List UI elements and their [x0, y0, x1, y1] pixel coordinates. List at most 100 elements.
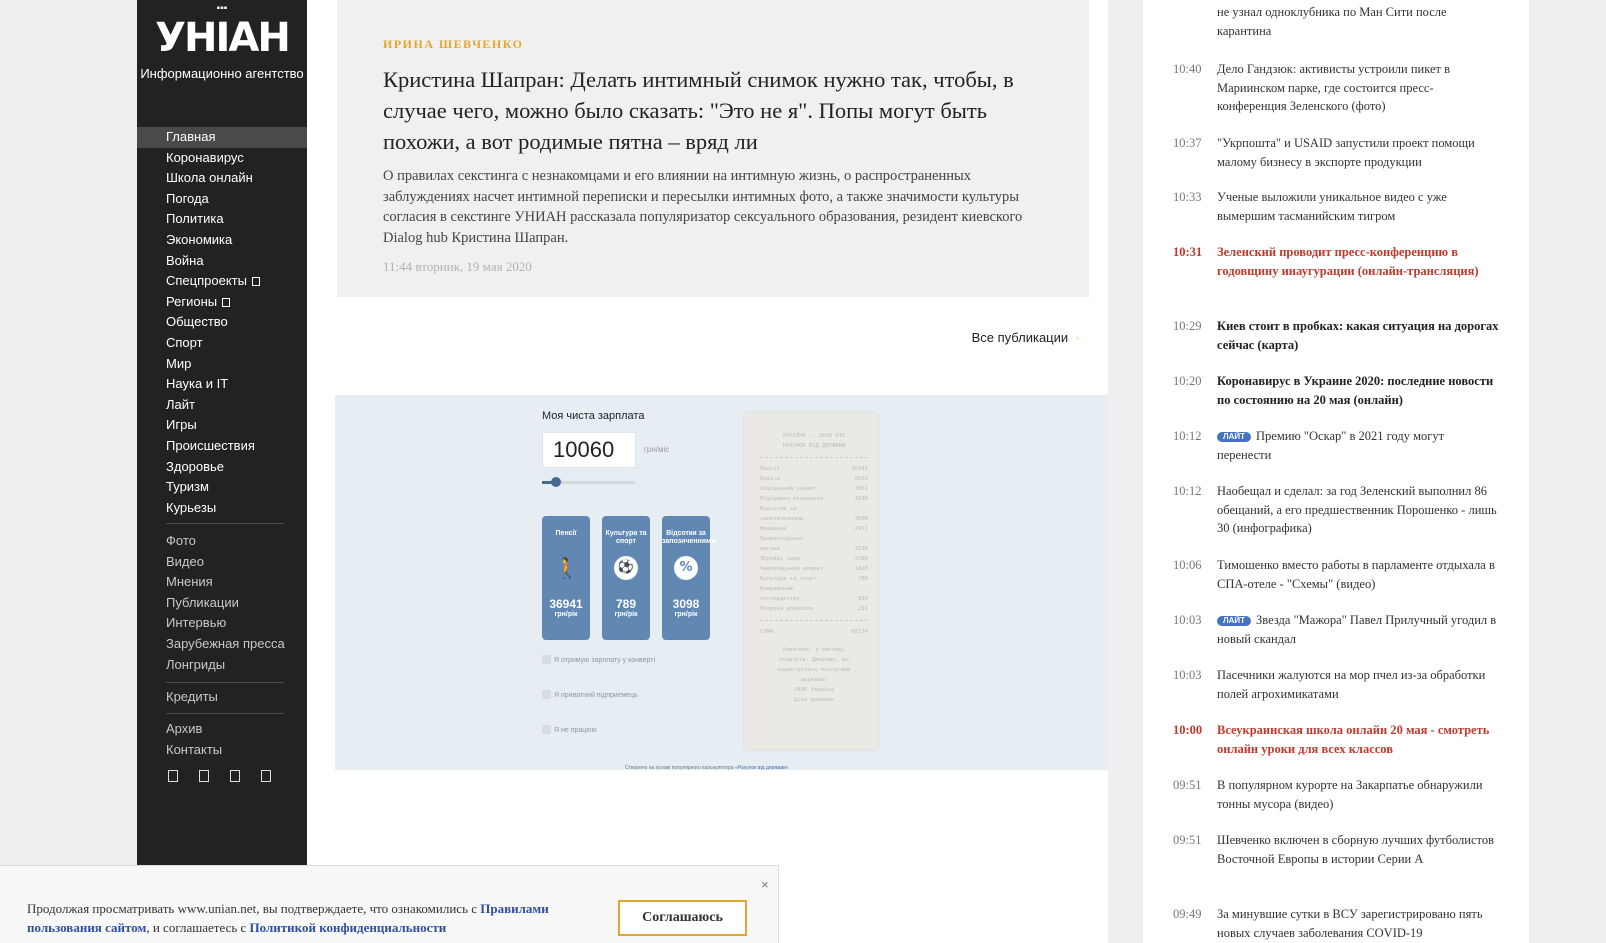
option-checkbox[interactable]: Я отримую зарплату у конверті [542, 655, 655, 664]
salary-slider-handle[interactable] [550, 477, 561, 487]
news-headline[interactable]: Всеукраинская школа онлайн 20 мая - смот… [1217, 721, 1500, 758]
salary-label: Моя чиста зарплата [542, 410, 645, 422]
tax-card[interactable]: Пенсії 🚶 36941 грн/рік [542, 516, 590, 640]
nav-item[interactable]: Школа онлайн [137, 168, 307, 189]
nav-divider [166, 523, 284, 524]
sidebar: ▪▪▪ УНІАН Информационно агентство Главна… [137, 0, 307, 865]
news-headline[interactable]: Шевченко включен в сборную лучших футбол… [1217, 831, 1500, 868]
category-badge[interactable]: ЛАЙТ [1217, 616, 1252, 626]
article-card[interactable]: Ирина Шевченко Кристина Шапран: Делать и… [337, 0, 1089, 297]
nav-item[interactable]: Коронавирус [137, 148, 307, 169]
nav-item[interactable]: Архив [137, 719, 307, 740]
news-headline[interactable]: Зеленский проводит пресс-конференцию в г… [1217, 243, 1500, 280]
news-headline[interactable]: Киев стоит в пробках: какая ситуация на … [1217, 317, 1500, 354]
youtube-icon[interactable] [261, 770, 271, 782]
nav-item[interactable]: Наука и IT [137, 374, 307, 395]
all-publications-link[interactable]: Все публикации ▫ [972, 330, 1079, 345]
facebook-icon[interactable] [168, 770, 178, 782]
nav-item[interactable]: Контакты [137, 740, 307, 761]
tax-card[interactable]: Культура та спорт ⚽ 789 грн/рік [602, 516, 650, 640]
nav-item[interactable]: Здоровье [137, 457, 307, 478]
nav-item[interactable]: Туризм [137, 477, 307, 498]
news-headline[interactable]: В популярном курорте на Закарпатье обнар… [1217, 776, 1500, 813]
nav-item-label: Общество [166, 314, 228, 330]
receipt-line: Медицина 2971 [760, 524, 868, 534]
salary-input[interactable]: 10060 [542, 432, 636, 468]
receipt-rule [760, 457, 868, 458]
option-checkbox[interactable]: Я не працюю [542, 725, 597, 734]
news-headline[interactable]: За минувшие сутки в ВСУ зарегистрировано… [1217, 905, 1500, 942]
nav-item[interactable]: Регионы [137, 292, 307, 313]
checkbox-box[interactable] [542, 725, 551, 734]
checkbox-box[interactable] [542, 655, 551, 664]
news-headline[interactable]: Тимошенко вместо работы в парламенте отд… [1217, 556, 1500, 593]
salary-slider[interactable] [542, 477, 635, 487]
receipt-line: Соціальний захист 3051 [760, 484, 868, 494]
receipt-footer-line: користуєтесь послугами [777, 667, 851, 673]
news-headline-text: Звезда "Мажора" Павел Прилучный угодил в… [1217, 613, 1497, 646]
nav-item[interactable]: Спецпроекты [137, 271, 307, 292]
news-headline-text: Пасечники жалуются на мор пчел из-за обр… [1217, 668, 1486, 701]
news-headline-text: За минувшие сутки в ВСУ зарегистрировано… [1217, 907, 1483, 940]
close-icon[interactable]: × [761, 877, 769, 892]
tax-card-title: Відсотки за запозиченнями [662, 530, 716, 545]
nav-item[interactable]: Публикации [137, 593, 307, 614]
receipt-line-value: 36941 [851, 466, 868, 472]
receipt-line-value: 1620 [854, 566, 868, 572]
news-headline[interactable]: ЛАЙТ Премию "Оскар" в 2021 году могут пер… [1217, 427, 1500, 464]
news-headline[interactable]: ЛАЙТ Звезда "Мажора" Павел Прилучный угод… [1217, 611, 1500, 648]
nav-item[interactable]: Мнения [137, 572, 307, 593]
nav-item[interactable]: Мир [137, 354, 307, 375]
news-headline[interactable]: "Укрпошта" и USAID запустили проект помо… [1217, 134, 1500, 171]
receipt-line: Збройні сили 2580 [760, 554, 868, 564]
checkbox-label: Я не працюю [554, 727, 597, 734]
news-headline[interactable]: не узнал одноклубника по Ман Сити после … [1217, 3, 1500, 40]
telegram-icon[interactable] [230, 770, 240, 782]
news-headline[interactable]: Коронавирус в Украине 2020: последние но… [1217, 372, 1500, 409]
news-headline[interactable]: Ученые выложили уникальное видео с уже в… [1217, 188, 1500, 225]
nav-item[interactable]: Курьезы [137, 498, 307, 519]
news-headline[interactable]: Дело Гандзюк: активисты устроили пикет в… [1217, 60, 1500, 116]
nav-item[interactable]: Фото [137, 531, 307, 552]
checkbox-box[interactable] [542, 690, 551, 699]
news-headline[interactable]: Пасечники жалуются на мор пчел из-за обр… [1217, 666, 1500, 703]
nav-divider [166, 682, 284, 683]
privacy-link[interactable]: Политикой конфиденциальности [250, 920, 447, 935]
accept-cookies-button[interactable]: Соглашаюсь [618, 900, 747, 936]
nav-item[interactable]: Видео [137, 552, 307, 573]
nav-item[interactable]: Зарубежная пресса [137, 634, 307, 655]
option-checkbox[interactable]: Я приватний підприємець [542, 690, 638, 699]
news-time: 10:03 [1173, 613, 1202, 627]
nav-item[interactable]: Лайт [137, 395, 307, 416]
nav-item[interactable]: Политика [137, 209, 307, 230]
news-headline-text: Коронавирус в Украине 2020: последние но… [1217, 374, 1494, 407]
receipt-line-name: Соціальний захист [760, 486, 817, 492]
nav-item[interactable]: Главная [137, 127, 307, 148]
article-headline[interactable]: Кристина Шапран: Делать интимный снимок … [383, 64, 1053, 157]
nav-item-label: Политика [166, 211, 224, 227]
article-author[interactable]: Ирина Шевченко [383, 37, 1043, 52]
ball-icon: ⚽ [614, 556, 638, 580]
news-headline[interactable]: Наобещал и сделал: за год Зеленский выпо… [1217, 482, 1500, 538]
nav-item[interactable]: Экономика [137, 230, 307, 251]
nav-item[interactable]: Игры [137, 415, 307, 436]
nav-item[interactable]: Интервью [137, 613, 307, 634]
category-badge[interactable]: ЛАЙТ [1217, 432, 1252, 442]
receipt-line-value: 3230 [854, 546, 868, 552]
nav-item[interactable]: Война [137, 251, 307, 272]
twitter-icon[interactable] [199, 770, 209, 782]
nav-item[interactable]: Общество [137, 312, 307, 333]
receipt-line: Підтримка економіки 4030 [760, 494, 868, 504]
nav-item[interactable]: Происшествия [137, 436, 307, 457]
tax-card[interactable]: Відсотки за запозиченнями% 3098 грн/рік [662, 516, 716, 640]
widget-credit-link[interactable]: «Рахунок від держави» [735, 765, 789, 771]
nav-item-credits[interactable]: Кредиты [137, 687, 307, 708]
receipt-line-name: Правоохоронні [760, 536, 804, 542]
news-headline-text: Всеукраинская школа онлайн 20 мая - смот… [1217, 723, 1490, 756]
nav-item[interactable]: Погода [137, 189, 307, 210]
nav-item[interactable]: Лонгриды [137, 655, 307, 676]
receipt-line-name: Комунальне [760, 586, 794, 592]
receipt-line: Охорона довкілля 231 [760, 604, 868, 614]
nav-item[interactable]: Спорт [137, 333, 307, 354]
logo[interactable]: ▪▪▪ УНІАН Информационно агентство [137, 0, 307, 82]
